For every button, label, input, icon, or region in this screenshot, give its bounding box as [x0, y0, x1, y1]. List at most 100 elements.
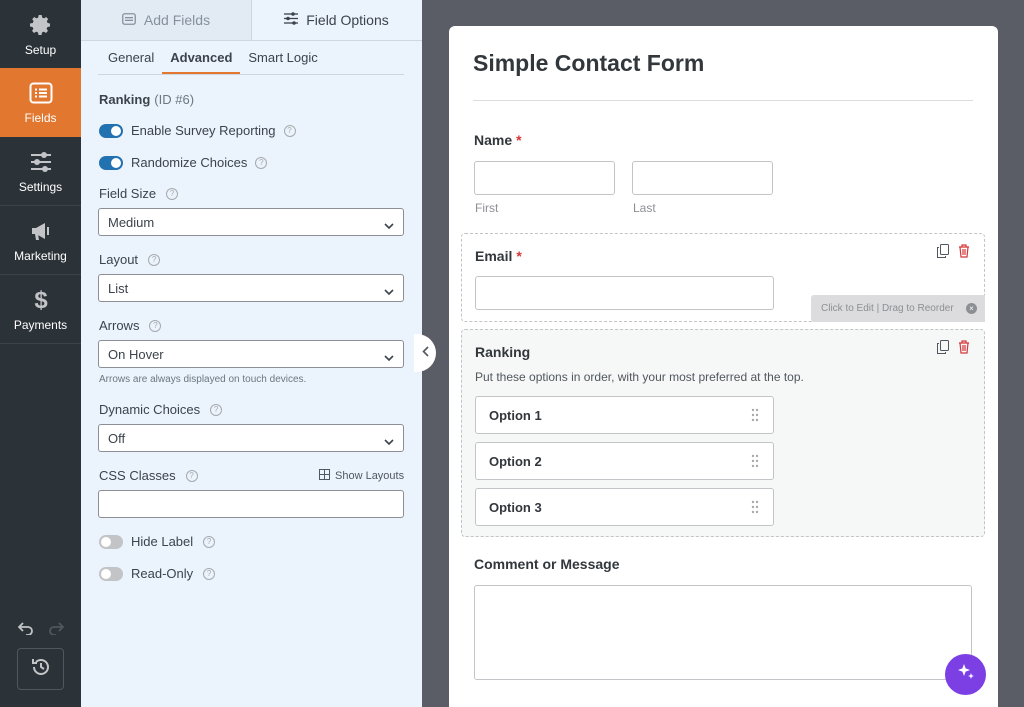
nav-marketing[interactable]: Marketing: [0, 206, 81, 275]
collapse-panel-button[interactable]: [414, 334, 436, 372]
duplicate-icon[interactable]: [937, 340, 949, 359]
field-options-panel: Add Fields Field Options General Advance…: [81, 0, 422, 707]
randomize-label: Randomize Choices: [131, 155, 248, 170]
help-icon[interactable]: ?: [255, 156, 268, 169]
email-field-actions: [937, 244, 970, 263]
tab-add-fields[interactable]: Add Fields: [81, 0, 251, 40]
ranking-field-block[interactable]: Ranking Put these options in order, with…: [461, 329, 985, 537]
hide-label-toggle[interactable]: [99, 534, 123, 549]
panel-top-tabs: Add Fields Field Options: [81, 0, 422, 41]
ai-assistant-button[interactable]: [945, 654, 986, 695]
redo-icon[interactable]: [48, 621, 64, 640]
name-field-label: Name *: [474, 132, 522, 148]
list-icon: [122, 12, 136, 28]
last-name-input[interactable]: [632, 161, 773, 195]
email-field-label: Email *: [475, 248, 522, 264]
ranking-field-label: Ranking: [475, 344, 531, 360]
help-icon[interactable]: ?: [210, 403, 223, 416]
edit-drag-hint-text: Click to Edit | Drag to Reorder: [821, 303, 954, 314]
undo-icon[interactable]: [17, 621, 34, 640]
chevron-down-icon: [384, 434, 394, 449]
drag-handle-icon[interactable]: [751, 408, 759, 425]
nav-settings[interactable]: Settings: [0, 137, 81, 206]
nav-fields[interactable]: Fields: [0, 68, 81, 137]
ranking-option[interactable]: Option 2: [475, 442, 774, 480]
sliders-icon: [284, 12, 299, 28]
field-type-name: Ranking: [99, 92, 151, 107]
options-sub-tabs: General Advanced Smart Logic: [98, 41, 404, 75]
field-size-label: Field Size: [99, 186, 157, 201]
help-icon[interactable]: ?: [149, 319, 162, 332]
survey-reporting-label: Enable Survey Reporting: [131, 123, 276, 138]
layout-value: List: [108, 280, 129, 296]
undo-redo-group: [0, 618, 81, 642]
help-icon[interactable]: ?: [283, 124, 296, 137]
email-input[interactable]: [475, 276, 774, 310]
help-icon[interactable]: ?: [203, 567, 216, 580]
first-name-input[interactable]: [474, 161, 615, 195]
tab-add-fields-label: Add Fields: [143, 12, 211, 28]
nav-payments[interactable]: $ Payments: [0, 275, 81, 344]
drag-handle-icon[interactable]: [751, 500, 759, 517]
ranking-field-actions: [937, 340, 970, 359]
layout-label: Layout: [99, 252, 139, 267]
hide-label-label: Hide Label: [131, 534, 194, 549]
help-icon[interactable]: ?: [185, 469, 198, 482]
grid-icon: [319, 469, 330, 483]
svg-text:$: $: [34, 287, 48, 313]
ranking-option-label: Option 2: [489, 453, 542, 469]
arrows-select[interactable]: On Hover: [98, 340, 404, 368]
dynamic-choices-label: Dynamic Choices: [99, 402, 201, 417]
field-heading: Ranking (ID #6): [99, 92, 194, 107]
ranking-option-label: Option 3: [489, 499, 542, 515]
css-classes-label: CSS Classes: [99, 468, 176, 483]
required-marker: *: [516, 132, 522, 148]
dynamic-choices-select[interactable]: Off: [98, 424, 404, 452]
first-sublabel: First: [475, 201, 499, 215]
randomize-row: Randomize Choices ?: [99, 155, 268, 170]
trash-icon[interactable]: [958, 244, 970, 263]
duplicate-icon[interactable]: [937, 244, 949, 263]
builder-sidebar: Setup Fields Settings Marketing $ Paymen…: [0, 0, 81, 707]
help-icon[interactable]: ?: [148, 253, 161, 266]
arrows-value: On Hover: [108, 346, 164, 362]
nav-payments-label: Payments: [13, 317, 68, 332]
help-icon[interactable]: ?: [166, 187, 179, 200]
nav-settings-label: Settings: [18, 179, 63, 194]
tab-advanced[interactable]: Advanced: [162, 41, 241, 74]
comment-field-label: Comment or Message: [474, 556, 620, 572]
layout-select[interactable]: List: [98, 274, 404, 302]
survey-reporting-toggle[interactable]: [99, 123, 123, 138]
read-only-toggle[interactable]: [99, 566, 123, 581]
drag-handle-icon[interactable]: [751, 454, 759, 471]
tab-smart-logic[interactable]: Smart Logic: [240, 41, 325, 74]
show-layouts-link[interactable]: Show Layouts: [319, 469, 404, 483]
tab-general[interactable]: General: [98, 41, 162, 74]
layout-label-row: Layout ?: [99, 252, 161, 267]
tab-field-options[interactable]: Field Options: [251, 0, 421, 40]
field-size-select[interactable]: Medium: [98, 208, 404, 236]
email-label: Email: [475, 248, 513, 264]
dynamic-choices-value: Off: [108, 430, 126, 446]
revision-history-button[interactable]: [17, 648, 64, 690]
ranking-description: Put these options in order, with your mo…: [475, 370, 804, 384]
css-label-row: CSS Classes ?: [99, 468, 198, 483]
chevron-down-icon: [384, 218, 394, 233]
dollar-icon: $: [28, 287, 54, 313]
comment-textarea[interactable]: [474, 585, 972, 680]
css-classes-input[interactable]: [98, 490, 404, 518]
help-icon[interactable]: ?: [203, 535, 216, 548]
close-icon[interactable]: ×: [966, 303, 977, 314]
ranking-option[interactable]: Option 1: [475, 396, 774, 434]
gear-icon: [28, 12, 54, 38]
title-divider: [473, 100, 973, 101]
nav-setup[interactable]: Setup: [0, 0, 81, 69]
ranking-option[interactable]: Option 3: [475, 488, 774, 526]
field-size-value: Medium: [108, 214, 155, 230]
nav-marketing-label: Marketing: [14, 248, 67, 263]
megaphone-icon: [28, 218, 54, 244]
trash-icon[interactable]: [958, 340, 970, 359]
required-marker: *: [516, 248, 522, 264]
randomize-toggle[interactable]: [99, 155, 123, 170]
show-layouts-label: Show Layouts: [335, 470, 405, 482]
